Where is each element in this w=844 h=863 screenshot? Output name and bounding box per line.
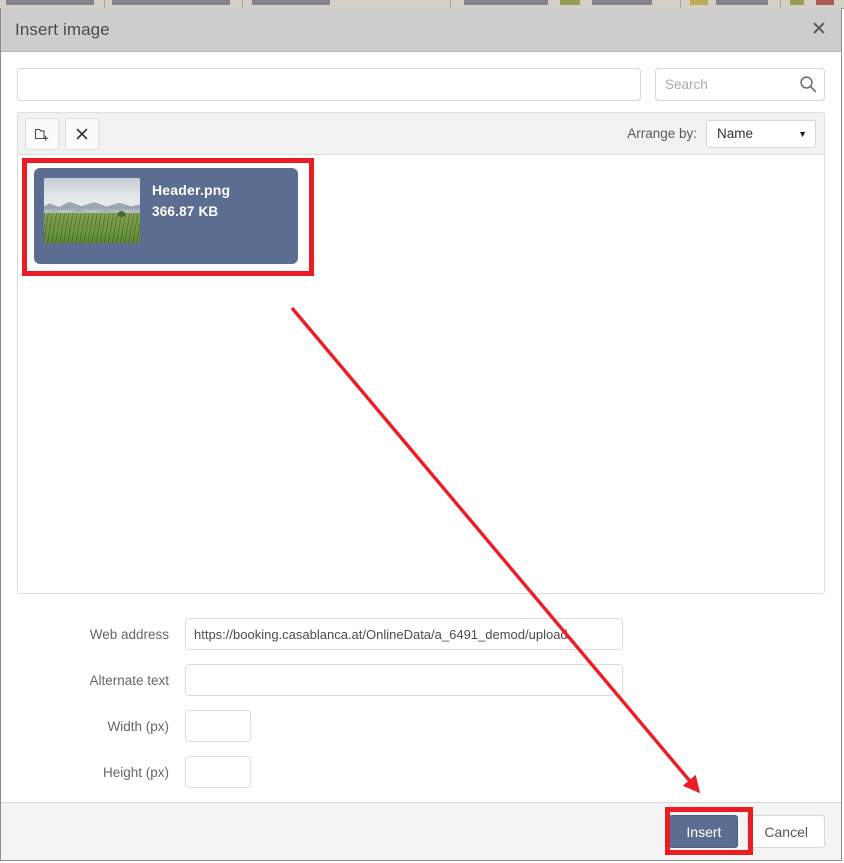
bg-fragment bbox=[790, 0, 804, 5]
bg-fragment bbox=[716, 0, 768, 5]
form-row-web-address: Web address bbox=[17, 618, 825, 650]
image-properties-form: Web address Alternate text Width (px) He… bbox=[17, 594, 825, 802]
folder-add-glyph bbox=[34, 128, 49, 141]
thumb-vine-rows bbox=[44, 213, 140, 243]
file-name: Header.png bbox=[152, 182, 231, 198]
list-item[interactable]: Header.png 366.87 KB bbox=[34, 168, 298, 264]
arrange-by-label: Arrange by: bbox=[627, 126, 697, 141]
thumb-tree bbox=[117, 210, 125, 217]
bg-divider bbox=[242, 0, 243, 8]
width-label: Width (px) bbox=[107, 718, 169, 734]
file-list[interactable]: Header.png 366.87 KB bbox=[17, 154, 825, 594]
file-size: 366.87 KB bbox=[152, 204, 219, 219]
form-row-alternate-text: Alternate text bbox=[17, 664, 825, 696]
web-address-label: Web address bbox=[89, 626, 169, 642]
dialog-title: Insert image bbox=[15, 19, 110, 39]
search-input[interactable] bbox=[655, 68, 825, 101]
alternate-text-label: Alternate text bbox=[89, 672, 169, 688]
dialog-body: Arrange by: Name ▼ bbox=[1, 52, 841, 802]
bg-fragment bbox=[6, 0, 94, 5]
path-search-row bbox=[17, 68, 825, 101]
arrange-by-value: Name bbox=[717, 126, 754, 141]
bg-fragment bbox=[816, 0, 834, 5]
form-row-width: Width (px) bbox=[17, 710, 825, 742]
bg-fragment bbox=[592, 0, 652, 5]
delete-icon[interactable] bbox=[65, 117, 99, 150]
folder-add-icon[interactable] bbox=[25, 117, 59, 150]
width-input[interactable] bbox=[185, 710, 251, 742]
dialog-footer: Insert Cancel bbox=[1, 802, 841, 860]
insert-image-dialog: Insert image ✕ Search Arrange by: Name ▼… bbox=[0, 8, 842, 861]
bg-fragment bbox=[690, 0, 708, 5]
search-box bbox=[655, 68, 825, 101]
close-icon[interactable]: ✕ bbox=[797, 8, 841, 52]
toolbar-left-group bbox=[25, 117, 99, 150]
bg-fragment bbox=[112, 0, 230, 5]
bg-divider bbox=[104, 0, 105, 8]
form-row-height: Height (px) bbox=[17, 756, 825, 788]
bg-divider bbox=[680, 0, 681, 8]
chevron-down-icon: ▼ bbox=[798, 128, 807, 139]
close-glyph bbox=[76, 128, 88, 139]
toolbar-right-group: Arrange by: Name ▼ bbox=[627, 119, 816, 148]
insert-button[interactable]: Insert bbox=[669, 815, 739, 848]
height-label: Height (px) bbox=[102, 764, 169, 780]
bg-fragment bbox=[560, 0, 580, 5]
bg-divider bbox=[450, 0, 451, 8]
file-thumbnail bbox=[44, 178, 140, 243]
file-browser-toolbar: Arrange by: Name ▼ bbox=[17, 112, 825, 154]
web-address-input[interactable] bbox=[185, 618, 623, 650]
height-input[interactable] bbox=[185, 756, 251, 788]
bg-divider bbox=[780, 0, 781, 8]
file-meta: Header.png 366.87 KB bbox=[140, 178, 230, 219]
path-input[interactable] bbox=[17, 68, 641, 101]
dialog-titlebar: Insert image ✕ bbox=[1, 8, 841, 52]
thumb-sky bbox=[44, 178, 140, 207]
cancel-button[interactable]: Cancel bbox=[747, 815, 825, 848]
bg-fragment bbox=[252, 0, 330, 5]
bg-fragment bbox=[464, 0, 548, 5]
alternate-text-input[interactable] bbox=[185, 664, 623, 696]
arrange-by-select[interactable]: Name ▼ bbox=[706, 119, 816, 148]
